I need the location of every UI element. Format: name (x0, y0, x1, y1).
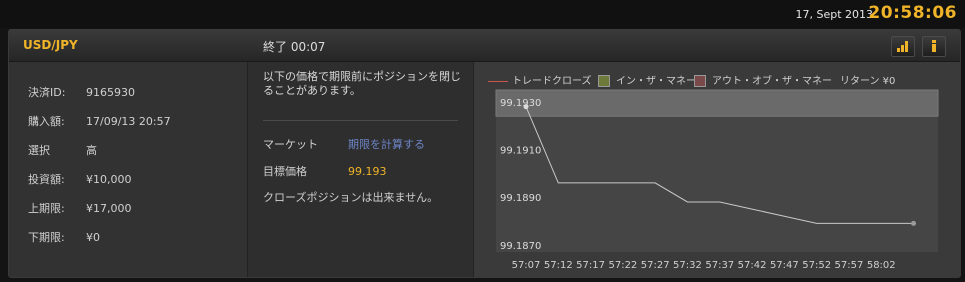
trade-panel: USD/JPY 終了 00:07 決済ID: 9165930 購入額: 17/09/… (8, 29, 961, 278)
y-tick-label: 99.1930 (500, 98, 541, 109)
target-row: 目標価格 99.193 (263, 163, 387, 179)
detail-row: 上期限: ¥17,000 (28, 200, 132, 216)
detail-label: 決済ID: (28, 86, 66, 99)
detail-label: 下期限: (28, 231, 65, 244)
current-date: 17, Sept 2013 (795, 8, 873, 21)
market-label: マーケット (263, 138, 318, 151)
x-tick-label: 57:12 (544, 260, 573, 271)
calculate-expiry-link[interactable]: 期限を計算する (348, 138, 425, 151)
close-note: 以下の価格で期限前にポジションを閉じることがあります。 (263, 70, 461, 97)
target-label: 目標価格 (263, 165, 307, 178)
detail-row: 投資額: ¥10,000 (28, 171, 132, 187)
detail-value: ¥0 (86, 231, 100, 244)
detail-label: 購入額: (28, 115, 65, 128)
detail-value: ¥17,000 (86, 202, 132, 215)
detail-value: 9165930 (86, 86, 135, 99)
close-status: クローズポジションは出来ません。 (263, 191, 439, 204)
x-tick-label: 57:57 (835, 260, 864, 271)
expiry-countdown: 終了 00:07 (263, 40, 326, 54)
x-tick-label: 57:32 (673, 260, 702, 271)
bar-chart-icon (897, 41, 908, 52)
y-tick-label: 99.1910 (500, 146, 541, 157)
market-row: マーケット 期限を計算する (263, 136, 425, 152)
y-tick-label: 99.1870 (500, 241, 541, 252)
x-tick-label: 57:22 (608, 260, 637, 271)
price-line-chart: 99.193099.191099.189099.187057:07 57:12 57… (495, 89, 939, 271)
detail-label: 投資額: (28, 173, 65, 186)
target-price: 99.193 (348, 165, 387, 178)
detail-row: 決済ID: 9165930 (28, 84, 135, 100)
info-icon (932, 40, 936, 52)
current-time: 20:58:06 (868, 3, 957, 23)
detail-value: 高 (86, 144, 97, 157)
chart-button[interactable] (891, 36, 915, 57)
currency-pair: USD/JPY (23, 38, 78, 52)
info-button[interactable] (922, 36, 946, 57)
x-tick-label: 57:47 (770, 260, 799, 271)
detail-label: 選択 (28, 144, 50, 157)
detail-value: 17/09/13 20:57 (86, 115, 171, 128)
detail-label: 上期限: (28, 202, 65, 215)
x-tick-label: 57:52 (802, 260, 831, 271)
x-tick-label: 57:27 (641, 260, 670, 271)
detail-row: 選択 高 (28, 142, 97, 158)
x-tick-label: 57:07 (512, 260, 541, 271)
price-chart-panel: トレードクローズ イン・ザ・マネー アウト・オブ・ザ・マネー リターン ¥0 9… (474, 62, 960, 277)
divider (263, 120, 458, 121)
top-bar: 17, Sept 2013 20:58:06 (0, 0, 965, 28)
close-position-info: 以下の価格で期限前にポジションを閉じることがあります。 マーケット 期限を計算する… (248, 62, 474, 277)
target-band (495, 89, 939, 117)
x-tick-label: 58:02 (867, 260, 896, 271)
detail-row: 下期限: ¥0 (28, 229, 100, 245)
series-end-point (911, 220, 917, 226)
x-tick-label: 57:17 (576, 260, 605, 271)
detail-row: 購入額: 17/09/13 20:57 (28, 113, 171, 129)
x-tick-label: 57:37 (705, 260, 734, 271)
x-tick-label: 57:42 (738, 260, 767, 271)
panel-header: USD/JPY 終了 00:07 (9, 30, 960, 62)
series-start-point (523, 104, 529, 110)
detail-value: ¥10,000 (86, 173, 132, 186)
trade-details: 決済ID: 9165930 購入額: 17/09/13 20:57 選択 高 投資額:… (9, 62, 248, 277)
y-tick-label: 99.1890 (500, 193, 541, 204)
